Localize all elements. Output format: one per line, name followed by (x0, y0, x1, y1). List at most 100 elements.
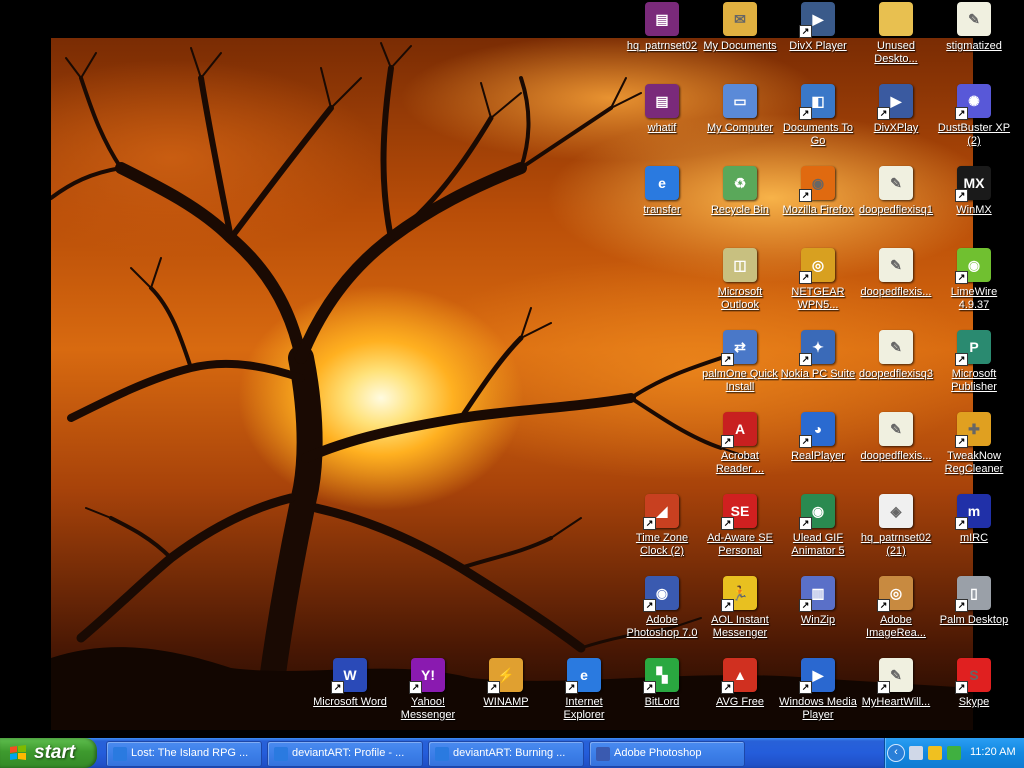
desktop-icon-winamp[interactable]: ⚡ ↗ WINAMP (467, 658, 545, 738)
shortcut-arrow-icon: ↗ (799, 435, 812, 448)
desktop-icon-winrar-archive[interactable]: ▤ hq_patrnset02 (623, 2, 701, 82)
desktop: ▤ hq_patrnset02 ✉ My Documents ▶ ↗ DivX Player… (0, 0, 1024, 738)
desktop-icon-palm-install[interactable]: ⇄ ↗ palmOne Quick Install (701, 330, 779, 410)
shortcut-arrow-icon: ↗ (955, 599, 968, 612)
shortcut-arrow-icon: ↗ (799, 271, 812, 284)
document-icon: ✎ ↗ (877, 658, 913, 694)
show-hidden-icons-chevron-icon[interactable]: ‹ (887, 744, 905, 762)
desktop-icon-winmx[interactable]: MX ↗ WinMX (935, 166, 1013, 246)
desktop-icon-nokia-pc-suite[interactable]: ✦ ↗ Nokia PC Suite (779, 330, 857, 410)
taskbar-button-label: Lost: The Island RPG ... (131, 747, 249, 759)
taskbar-button[interactable]: deviantART: Profile - ... (267, 741, 423, 767)
desktop-icon-label: doopedflexisq3 (858, 368, 933, 380)
desktop-icon-label: DivXPlay (873, 122, 919, 134)
desktop-icon-label: WINAMP (483, 696, 529, 708)
network-icon[interactable] (947, 746, 961, 760)
desktop-icon-my-computer[interactable]: ▭ My Computer (701, 84, 779, 164)
divxplay-icon: ▶ ↗ (877, 84, 913, 120)
taskbar-button[interactable]: Adobe Photoshop (589, 741, 745, 767)
desktop-icon-label: Adobe Photoshop 7.0 (626, 614, 698, 639)
desktop-icon-document[interactable]: ✎ doopedflexisq3 (857, 330, 935, 410)
desktop-icon-outlook[interactable]: ◫ Microsoft Outlook (701, 248, 779, 328)
desktop-icon-my-documents[interactable]: ✉ My Documents (701, 2, 779, 82)
shortcut-arrow-icon: ↗ (799, 25, 812, 38)
messenger-smiley-icon[interactable] (928, 746, 942, 760)
desktop-icon-mirc[interactable]: m ↗ mIRC (935, 494, 1013, 574)
desktop-icon-ulead-gif[interactable]: ◉ ↗ Ulead GIF Animator 5 (779, 494, 857, 574)
desktop-icon-bitlord[interactable]: ▚ ↗ BitLord (623, 658, 701, 738)
shortcut-arrow-icon: ↗ (799, 681, 812, 694)
desktop-icon-divxplay[interactable]: ▶ ↗ DivXPlay (857, 84, 935, 164)
desktop-icon-label: mIRC (959, 532, 989, 544)
desktop-icon-internet-explorer[interactable]: e ↗ Internet Explorer (545, 658, 623, 738)
yahoo-messenger-icon: Y! ↗ (409, 658, 445, 694)
publisher-icon: P ↗ (955, 330, 991, 366)
desktop-icon-label: Mozilla Firefox (782, 204, 854, 216)
desktop-icon-palm-desktop[interactable]: ▯ ↗ Palm Desktop (935, 576, 1013, 656)
palm-install-icon: ⇄ ↗ (721, 330, 757, 366)
desktop-icon-documents-to-go[interactable]: ◧ ↗ Documents To Go (779, 84, 857, 164)
document-icon: ✎ (879, 248, 913, 282)
desktop-icon-yahoo-messenger[interactable]: Y! ↗ Yahoo! Messenger (389, 658, 467, 738)
desktop-icon-label: NETGEAR WPN5... (791, 286, 845, 311)
desktop-icon-label: Acrobat Reader ... (715, 450, 765, 475)
clock[interactable]: 11:20 AM (970, 746, 1016, 758)
document-icon: ✎ (879, 412, 913, 446)
desktop-icon-tweaknow[interactable]: ✚ ↗ TweakNow RegCleaner (935, 412, 1013, 492)
taskbar-button[interactable]: Lost: The Island RPG ... (106, 741, 262, 767)
desktop-icon-acrobat-reader[interactable]: A ↗ Acrobat Reader ... (701, 412, 779, 492)
desktop-icon-photoshop[interactable]: ◉ ↗ Adobe Photoshop 7.0 (623, 576, 701, 656)
desktop-icon-label: My Computer (706, 122, 774, 134)
desktop-icon-winzip[interactable]: ▥ ↗ WinZip (779, 576, 857, 656)
desktop-icon-time-zone-clock[interactable]: ◢ ↗ Time Zone Clock (2) (623, 494, 701, 574)
desktop-icon-label: AVG Free (715, 696, 765, 708)
desktop-icon-word[interactable]: W ↗ Microsoft Word (311, 658, 389, 738)
desktop-icon-document[interactable]: ✎ doopedflexis... (857, 412, 935, 492)
aim-icon: 🏃 ↗ (721, 576, 757, 612)
desktop-icon-label: Adobe ImageRea... (866, 614, 926, 639)
desktop-icon-imageready[interactable]: ◎ ↗ Adobe ImageRea... (857, 576, 935, 656)
internet-explorer-icon: e (645, 166, 679, 200)
internet-explorer-icon (435, 747, 449, 761)
start-button[interactable]: start (0, 738, 97, 768)
volume-icon[interactable] (909, 746, 923, 760)
internet-explorer-icon (113, 747, 127, 761)
word-icon: W ↗ (331, 658, 367, 694)
desktop-icon-label: hq_patrnset02 (626, 40, 698, 52)
desktop-icon-label: Palm Desktop (939, 614, 1009, 626)
mirc-icon: m ↗ (955, 494, 991, 530)
folder-icon (879, 2, 913, 36)
desktop-icon-recycle-bin[interactable]: ♻ Recycle Bin (701, 166, 779, 246)
desktop-icon-winrar-archive[interactable]: ▤ whatif (623, 84, 701, 164)
desktop-icon-skype[interactable]: S ↗ Skype (935, 658, 1013, 738)
desktop-icon-netgear[interactable]: ◎ ↗ NETGEAR WPN5... (779, 248, 857, 328)
desktop-icon-text-document[interactable]: ✎ stigmatized (935, 2, 1013, 82)
ulead-gif-icon: ◉ ↗ (799, 494, 835, 530)
shortcut-arrow-icon: ↗ (409, 681, 422, 694)
desktop-icon-document[interactable]: ✎ doopedflexis... (857, 248, 935, 328)
desktop-icon-avg-free[interactable]: ▲ ↗ AVG Free (701, 658, 779, 738)
desktop-icon-internet-explorer[interactable]: e transfer (623, 166, 701, 246)
desktop-icon-label: Skype (958, 696, 990, 708)
desktop-icon-label: TweakNow RegCleaner (944, 450, 1004, 475)
desktop-icon-document[interactable]: ✎ ↗ MyHeartWill... (857, 658, 935, 738)
desktop-icon-label: My Documents (703, 40, 777, 52)
desktop-icon-label: doopedflexis... (860, 450, 932, 462)
desktop-icon-document[interactable]: ✎ doopedflexisq1 (857, 166, 935, 246)
taskbar-button[interactable]: deviantART: Burning ... (428, 741, 584, 767)
shortcut-arrow-icon: ↗ (877, 107, 890, 120)
desktop-icon-firefox[interactable]: ◉ ↗ Mozilla Firefox (779, 166, 857, 246)
desktop-icon-aim[interactable]: 🏃 ↗ AOL Instant Messenger (701, 576, 779, 656)
desktop-icon-ad-aware[interactable]: SE ↗ Ad-Aware SE Personal (701, 494, 779, 574)
shortcut-arrow-icon: ↗ (643, 681, 656, 694)
desktop-icon-limewire[interactable]: ◉ ↗ LimeWire 4.9.37 (935, 248, 1013, 328)
desktop-icon-folder[interactable]: Unused Deskto... (857, 2, 935, 82)
desktop-icon-divx-player[interactable]: ▶ ↗ DivX Player (779, 2, 857, 82)
desktop-icon-image-file[interactable]: ◈ hq_patrnset02 (21) (857, 494, 935, 574)
desktop-icon-gear[interactable]: ✺ ↗ DustBuster XP (2) (935, 84, 1013, 164)
desktop-icon-windows-media-player[interactable]: ▶ ↗ Windows Media Player (779, 658, 857, 738)
documents-to-go-icon: ◧ ↗ (799, 84, 835, 120)
desktop-icon-realplayer[interactable]: ◕ ↗ RealPlayer (779, 412, 857, 492)
desktop-icon-publisher[interactable]: P ↗ Microsoft Publisher (935, 330, 1013, 410)
internet-explorer-icon (274, 747, 288, 761)
